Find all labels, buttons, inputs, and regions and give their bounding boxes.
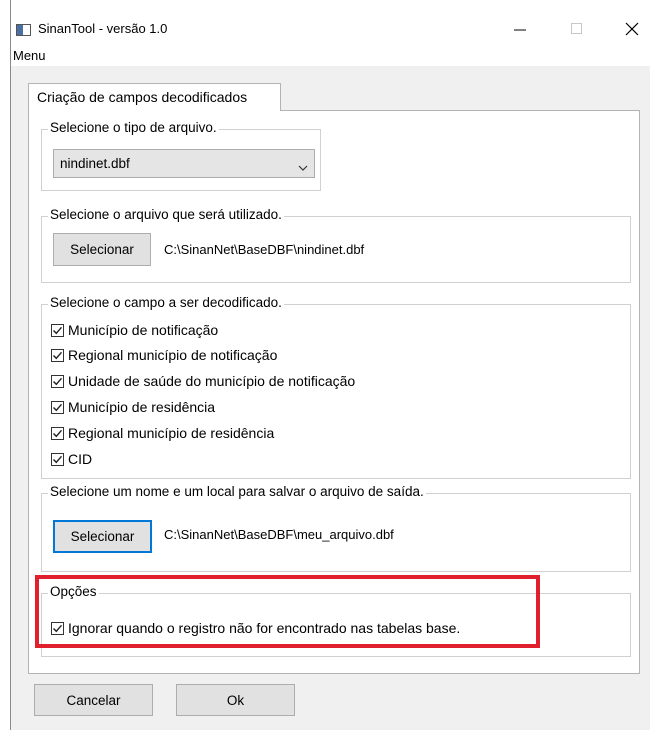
tab-criacao-campos[interactable]: Criação de campos decodificados [28,83,281,111]
checkbox-label: CID [68,451,93,467]
output-file-group: Selecione um nome e um local para salvar… [41,484,631,572]
app-window: SinanTool - versão 1.0 Menu Criação de c… [10,0,650,730]
checkbox-label: Ignorar quando o registro não for encont… [68,620,461,636]
fields-group: Selecione o campo a ser decodificado. Mu… [41,295,631,479]
options-group: Opções Ignorar quando o registro não for… [41,584,631,657]
output-file-path: C:\SinanNet\BaseDBF\meu_arquivo.dbf [164,527,394,542]
checkbox-icon [51,622,64,635]
select-output-file-button[interactable]: Selecionar [53,520,152,553]
ok-button[interactable]: Ok [176,684,295,716]
checkbox-icon [51,349,64,362]
tab-panel: Selecione o tipo de arquivo. nindinet.db… [28,110,640,674]
cancel-button[interactable]: Cancelar [34,684,153,716]
input-file-legend: Selecione o arquivo que será utilizado. [48,207,284,222]
checkbox-icon [51,324,64,337]
menu-bar: Menu [11,44,650,66]
options-legend: Opções [48,584,99,599]
checkbox-label: Unidade de saúde do município de notific… [68,373,356,389]
app-icon [16,24,31,36]
checkbox-label: Município de notificação [68,322,219,338]
output-file-legend: Selecione um nome e um local para salvar… [48,484,426,499]
file-type-group: Selecione o tipo de arquivo. nindinet.db… [41,120,321,191]
checkbox-label: Município de residência [68,399,216,415]
fields-legend: Selecione o campo a ser decodificado. [48,295,284,310]
tab-label: Criação de campos decodificados [37,89,248,105]
checkbox-label: Regional município de notificação [68,347,278,363]
chevron-down-icon [298,160,308,171]
checkbox-icon [51,453,64,466]
file-type-value: nindinet.dbf [60,156,130,171]
window-title: SinanTool - versão 1.0 [38,21,168,36]
input-file-path: C:\SinanNet\BaseDBF\nindinet.dbf [164,242,365,257]
select-input-file-button[interactable]: Selecionar [53,233,151,266]
file-type-legend: Selecione o tipo de arquivo. [48,120,219,135]
close-icon[interactable] [625,22,639,36]
checkbox-label: Regional município de residência [68,425,275,441]
checkbox-icon [51,401,64,414]
checkbox-icon [51,427,64,440]
file-type-select[interactable]: nindinet.dbf [53,149,315,178]
checkbox-icon [51,375,64,388]
minimize-icon[interactable] [513,22,527,36]
input-file-group: Selecione o arquivo que será utilizado. … [41,207,631,283]
maximize-icon[interactable] [570,22,584,36]
title-bar[interactable]: SinanTool - versão 1.0 [11,0,650,44]
menu-item-menu[interactable]: Menu [13,48,46,63]
